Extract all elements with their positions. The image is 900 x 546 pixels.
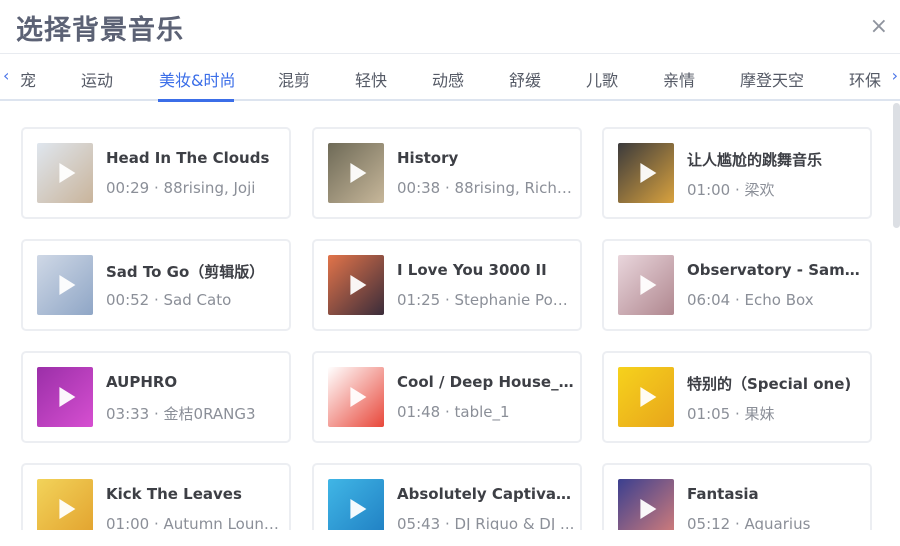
track-title: Observatory - Samo ... [687,261,865,279]
dialog-title: 选择背景音乐 [16,15,184,46]
album-cover[interactable] [37,143,93,203]
track-title: Fantasia [687,485,759,503]
album-cover[interactable] [618,255,674,315]
track-title: Kick The Leaves [106,485,242,503]
play-icon[interactable] [59,499,76,519]
track-meta: 01:05 · 果妹 [687,405,775,423]
play-icon[interactable] [640,275,657,295]
play-icon[interactable] [350,387,367,407]
album-cover[interactable] [618,367,674,427]
album-cover[interactable] [37,367,93,427]
track-title: I Love You 3000 II [397,261,547,279]
tab-modern-sky[interactable]: 摩登天空 [740,67,804,91]
play-icon[interactable] [640,387,657,407]
music-grid: Head In The Clouds 00:29 · 88rising, Joji… [0,101,894,530]
track-meta: 01:00 · 梁欢 [687,181,775,199]
dialog-header: 选择背景音乐 × [0,0,900,54]
track-meta: 00:38 · 88rising, Rich B... [397,179,575,197]
tab-chong[interactable]: 宠 [20,67,36,91]
play-icon[interactable] [59,387,76,407]
track-meta: 01:00 · Autumn Loung... [106,515,284,530]
track-meta: 01:25 · Stephanie Poet... [397,291,575,309]
track-meta: 05:43 · DJ Riquo & DJ ... [397,515,575,530]
play-icon[interactable] [350,275,367,295]
album-cover[interactable] [618,143,674,203]
tab-dynamic[interactable]: 动感 [432,67,464,91]
track-title: 特别的（Special one) [687,375,852,393]
album-cover[interactable] [37,255,93,315]
track-title: Head In The Clouds [106,149,270,167]
track-card[interactable]: Kick The Leaves 01:00 · Autumn Loung... [21,463,291,530]
album-cover[interactable] [328,143,384,203]
close-icon[interactable]: × [870,14,888,40]
track-meta: 00:29 · 88rising, Joji [106,179,256,197]
track-card[interactable]: Observatory - Samo ... 06:04 · Echo Box [602,239,872,331]
category-tab-bar: ‹ 宠 运动 美妆&时尚 混剪 轻快 动感 舒缓 儿歌 亲情 摩登天空 环保 › [0,53,900,102]
tab-family[interactable]: 亲情 [663,67,695,91]
track-meta: 00:52 · Sad Cato [106,291,232,309]
play-icon[interactable] [59,163,76,183]
track-card[interactable]: AUPHRO 03:33 · 金桔0RANG3 [21,351,291,443]
track-title: Sad To Go（剪辑版） [106,263,265,281]
album-cover[interactable] [328,255,384,315]
track-title: Absolutely Captivating [397,485,575,503]
tab-eco[interactable]: 环保 [849,67,881,91]
tab-next-chevron-icon[interactable]: › [892,66,898,85]
track-card[interactable]: I Love You 3000 II 01:25 · Stephanie Poet… [312,239,582,331]
track-card[interactable]: Head In The Clouds 00:29 · 88rising, Joji [21,127,291,219]
album-cover[interactable] [328,367,384,427]
track-title: 让人尴尬的跳舞音乐 [687,151,823,169]
track-meta: 01:48 · table_1 [397,403,510,421]
tab-sports[interactable]: 运动 [81,67,113,91]
tab-soothing[interactable]: 舒缓 [509,67,541,91]
track-title: AUPHRO [106,373,178,391]
tab-light[interactable]: 轻快 [355,67,387,91]
track-card[interactable]: Absolutely Captivating 05:43 · DJ Riquo &… [312,463,582,530]
track-meta: 06:04 · Echo Box [687,291,814,309]
play-icon[interactable] [350,499,367,519]
tab-remix[interactable]: 混剪 [278,67,310,91]
tab-beauty-fashion[interactable]: 美妆&时尚 [159,67,235,91]
album-cover[interactable] [37,479,93,530]
track-title: Cool / Deep House_... [397,373,575,391]
album-cover[interactable] [328,479,384,530]
scrollbar[interactable] [893,103,900,228]
play-icon[interactable] [640,163,657,183]
category-tabs: 宠 运动 美妆&时尚 混剪 轻快 动感 舒缓 儿歌 亲情 摩登天空 环保 [0,54,900,102]
album-cover[interactable] [618,479,674,530]
play-icon[interactable] [350,163,367,183]
track-meta: 03:33 · 金桔0RANG3 [106,405,256,423]
track-title: History [397,149,459,167]
track-card[interactable]: History 00:38 · 88rising, Rich B... [312,127,582,219]
track-meta: 05:12 · Aquarius [687,515,811,530]
track-card[interactable]: Fantasia 05:12 · Aquarius [602,463,872,530]
play-icon[interactable] [59,275,76,295]
tab-kids-songs[interactable]: 儿歌 [586,67,618,91]
track-card[interactable]: Sad To Go（剪辑版） 00:52 · Sad Cato [21,239,291,331]
play-icon[interactable] [640,499,657,519]
track-card[interactable]: 让人尴尬的跳舞音乐 01:00 · 梁欢 [602,127,872,219]
track-card[interactable]: Cool / Deep House_... 01:48 · table_1 [312,351,582,443]
track-card[interactable]: 特别的（Special one) 01:05 · 果妹 [602,351,872,443]
